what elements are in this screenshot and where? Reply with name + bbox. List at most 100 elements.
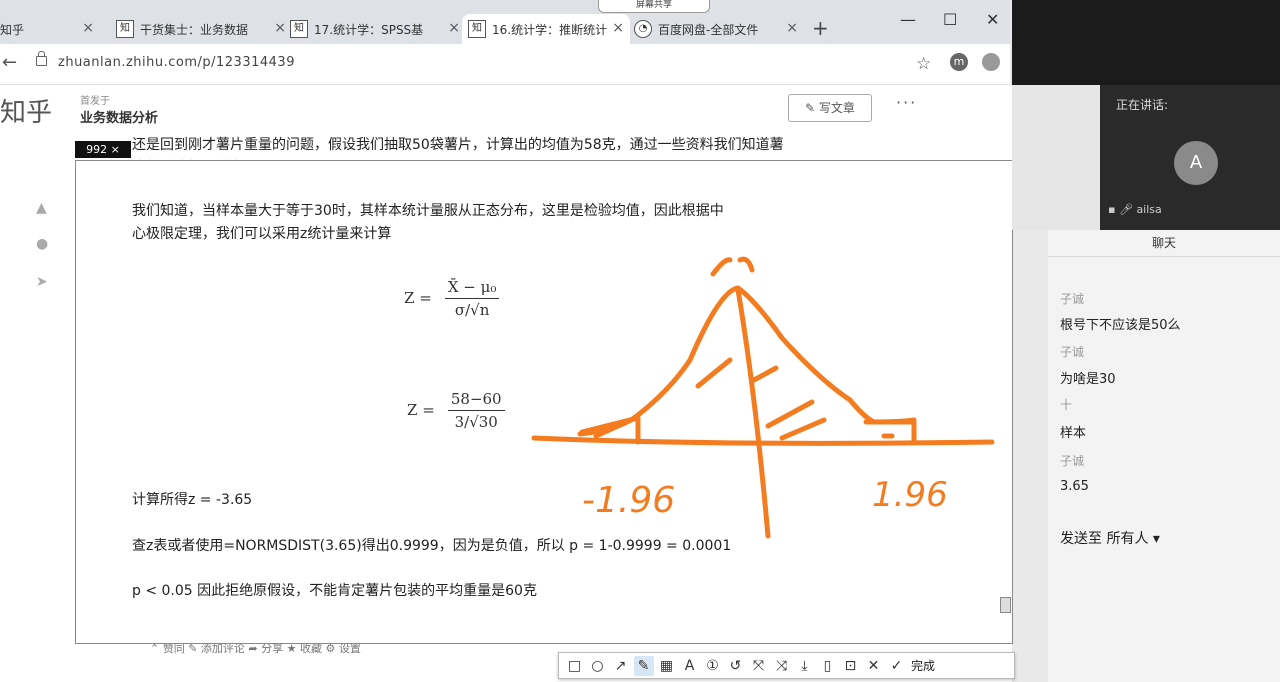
column-kicker: 首发于 [80, 96, 110, 107]
chat-sender: 子诚 [1060, 345, 1085, 359]
speaker-avatar: A [1174, 141, 1218, 185]
translate-icon[interactable]: ⤨ [772, 656, 792, 676]
zhihu-favicon-icon: 知 [468, 20, 486, 38]
chat-title: 聊天 [1151, 236, 1176, 250]
tab-spss[interactable]: 知 17.统计学：SPSS基 × [290, 14, 466, 44]
meeting-side-strip [1012, 85, 1100, 230]
tab-label: 知乎 [0, 22, 25, 37]
snip-size-label: 992 × 510 [75, 141, 131, 173]
text-tool-icon[interactable]: A [680, 656, 700, 676]
zhihu-favicon-icon: 知 [290, 20, 308, 38]
chat-sender: 子诚 [1060, 454, 1085, 468]
formula-denominator: 3/√30 [454, 413, 498, 431]
video-off-icon: ▪ [1108, 203, 1116, 216]
formula-denominator: σ/√n [454, 301, 490, 319]
recognize-icon[interactable]: ⤧ [749, 656, 769, 676]
column-title[interactable]: 业务数据分析 [80, 107, 158, 126]
hatch-stroke-4 [779, 417, 827, 441]
talking-label: 正在讲话: [1116, 98, 1169, 112]
screen-share-indicator[interactable]: 屏幕共享 [598, 0, 710, 13]
result-line: 计算所得z = -3.65 [132, 492, 253, 508]
url-field[interactable]: zhuanlan.zhihu.com/p/123314439 [58, 55, 295, 70]
lock-icon [36, 51, 47, 66]
bookmark-star-icon[interactable]: ☆ [916, 54, 931, 74]
tab-close-icon[interactable]: × [82, 20, 94, 36]
close-icon[interactable]: ✕ [864, 656, 884, 676]
ellipse-tool-icon[interactable]: ○ [588, 656, 608, 676]
tab-baidu-pan[interactable]: ◔ 百度网盘-全部文件 × [634, 14, 804, 44]
more-options-icon[interactable]: ··· [896, 93, 917, 112]
write-article-label: 写文章 [818, 101, 855, 115]
speaker-name-row: ▪ 🎤︎ ailsa [1108, 203, 1162, 216]
arrow-tool-icon[interactable]: ↗ [611, 656, 631, 676]
formula-numerator: X̄ − μ₀ [444, 278, 500, 299]
chat-sender: 十 [1060, 398, 1073, 412]
tab-label: 干货集士：业务数据 [140, 22, 249, 37]
new-tab-button[interactable]: + [812, 16, 829, 40]
download-icon[interactable]: ⤓ [795, 656, 815, 676]
comment-icon[interactable]: ● [36, 236, 48, 252]
paragraph-line: 心极限定理，我们可以采用z统计量来计算 [132, 226, 392, 242]
formula-lhs: Z = [407, 401, 435, 419]
tab-close-icon[interactable]: × [274, 20, 286, 36]
chat-message: 为啥是30 [1060, 372, 1116, 387]
paragraph-line: 我们知道，当样本量大于等于30时，其样本统计量服从正态分布，这里是检验均值，因此… [132, 203, 724, 219]
profile-avatar[interactable]: m [950, 53, 968, 71]
peak-mark [710, 256, 755, 277]
critical-value-left: -1.96 [582, 480, 675, 521]
chat-message: 3.65 [1060, 479, 1089, 494]
hatch-stroke-3 [765, 399, 815, 429]
critical-value-right: 1.96 [872, 475, 948, 515]
meeting-video-area [1012, 0, 1280, 85]
chat-message: 根号下不应该是50么 [1060, 318, 1181, 333]
scrollbar-thumb[interactable] [1000, 597, 1011, 613]
pen-tool-icon[interactable]: ✎ [633, 655, 654, 676]
zhihu-logo[interactable]: 知乎 [0, 92, 52, 129]
share-icon[interactable]: ➤ [36, 274, 48, 290]
baseline-stroke [531, 435, 995, 446]
tab-close-icon[interactable]: × [786, 20, 798, 36]
confirm-icon[interactable]: ✓ [887, 656, 907, 676]
tab-close-icon[interactable]: × [448, 20, 460, 36]
write-article-button[interactable]: ✎ 写文章 [788, 94, 872, 122]
z-formula: Z = X̄ − μ₀ σ/√n [404, 278, 500, 319]
send-to-selector[interactable]: 发送至 所有人 ▾ [1060, 528, 1160, 548]
hatch-stroke-2 [751, 365, 779, 383]
formula-numerator: 58−60 [447, 390, 505, 411]
conclusion-line: p < 0.05 因此拒绝原假设，不能肯定薯片包装的平均重量是60克 [132, 583, 537, 599]
z-calculation: Z = 58−60 3/√30 [407, 390, 505, 431]
number-tool-icon[interactable]: ① [703, 656, 723, 676]
bookmark-icon[interactable]: ⊡ [841, 656, 861, 676]
tab-close-icon[interactable]: × [612, 20, 624, 36]
undo-icon[interactable]: ↺ [726, 656, 746, 676]
mic-icon: 🎤︎ [1118, 203, 1133, 216]
upvote-icon[interactable]: ▲ [36, 200, 47, 216]
chat-divider [1048, 256, 1280, 257]
tab-inferential-stats[interactable]: 知 16.统计学：推断统计 × [462, 14, 630, 44]
chat-sender: 子诚 [1060, 292, 1085, 306]
right-tail-box [863, 419, 917, 445]
maximize-icon[interactable]: ☐ [943, 10, 957, 29]
speaker-name: ailsa [1136, 203, 1162, 216]
pen-annotation-normal-curve: -1.96 1.96 [531, 256, 995, 539]
done-button[interactable]: 完成 [911, 657, 935, 674]
chat-message: 样本 [1060, 426, 1087, 441]
tab-label: 百度网盘-全部文件 [658, 22, 759, 37]
zhihu-favicon-icon: 知 [116, 20, 134, 38]
mosaic-tool-icon[interactable]: ▦ [657, 656, 677, 676]
tab-zhihu[interactable]: 知乎 × [0, 14, 100, 44]
snip-toolbar: □ ○ ↗ ✎ ▦ A ① ↺ ⤧ ⤨ ⤓ ▯ ⊡ ✕ ✓ 完成 [558, 652, 1015, 679]
tab-business-data[interactable]: 知 干货集士：业务数据 × [116, 14, 292, 44]
baidu-favicon-icon: ◔ [634, 20, 652, 38]
mean-axis-stroke [735, 287, 771, 539]
formula-lhs: Z = [404, 289, 432, 307]
rectangle-tool-icon[interactable]: □ [565, 656, 585, 676]
pin-icon[interactable]: ▯ [818, 656, 838, 676]
close-window-icon[interactable]: ✕ [986, 10, 999, 29]
back-arrow-icon[interactable]: ← [2, 52, 17, 73]
tab-label: 16.统计学：推断统计 [492, 22, 608, 37]
minimize-icon[interactable]: — [900, 10, 916, 29]
hatch-stroke-1 [695, 357, 733, 389]
extension-icon[interactable] [982, 53, 1000, 71]
tab-label: 17.统计学：SPSS基 [314, 22, 424, 37]
